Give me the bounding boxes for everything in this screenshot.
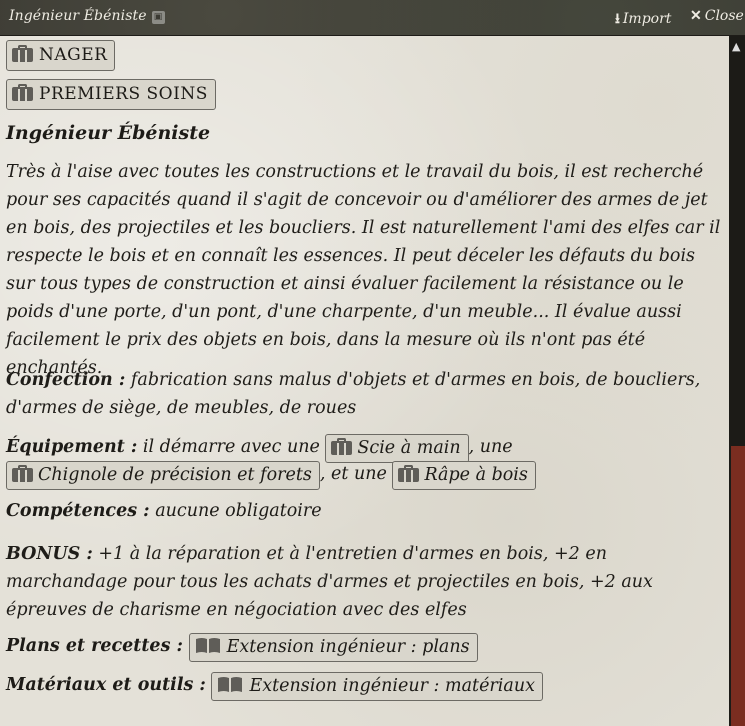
item-chip-scie[interactable]: Scie à main: [325, 434, 469, 463]
close-label: Close: [704, 8, 744, 24]
bonus-text: +1 à la réparation et à l'entretien d'ar…: [6, 544, 653, 620]
equipement-label: Équipement :: [6, 437, 138, 457]
book-icon: [195, 638, 220, 653]
equipement-sep2: , et une: [319, 464, 387, 484]
skill-label: PREMIERS SOINS: [39, 84, 208, 104]
briefcase-icon: [12, 84, 33, 101]
item-chip-chignole[interactable]: Chignole de précision et forets: [6, 461, 320, 490]
skill-label: NAGER: [39, 45, 108, 65]
close-button[interactable]: ✕ Close: [690, 8, 744, 24]
competences-text: aucune obligatoire: [155, 501, 322, 521]
materiaux-link[interactable]: Extension ingénieur : matériaux: [211, 672, 543, 701]
item-chip-rape[interactable]: Râpe à bois: [392, 461, 536, 490]
plans-link-label: Extension ingénieur : plans: [226, 637, 470, 657]
competences-label: Compétences :: [6, 501, 150, 521]
book-icon: [218, 677, 243, 692]
window-title-text: Ingénieur Ébéniste: [9, 8, 147, 24]
plans-label: Plans et recettes :: [6, 636, 183, 656]
download-icon: ⭳: [615, 11, 620, 27]
journal-heading: Ingénieur Ébéniste: [6, 122, 211, 144]
skill-chip-premiers-soins[interactable]: PREMIERS SOINS: [6, 79, 216, 110]
scrollbar-thumb[interactable]: [731, 446, 745, 726]
equipement-sep1: , une: [468, 437, 513, 457]
item-label: Chignole de précision et forets: [38, 465, 312, 485]
window-titlebar[interactable]: Ingénieur Ébéniste ▣ ⭳ Import ✕ Close: [0, 0, 745, 36]
import-button[interactable]: ⭳ Import: [615, 8, 671, 32]
close-icon: ✕: [690, 8, 702, 24]
materiaux-link-label: Extension ingénieur : matériaux: [249, 676, 535, 696]
briefcase-icon: [12, 465, 33, 482]
scroll-up-icon[interactable]: ▲: [732, 40, 740, 53]
journal-window: Ingénieur Ébéniste ▣ ⭳ Import ✕ Close NAGER…: [0, 0, 745, 726]
item-label: Râpe à bois: [424, 465, 528, 485]
briefcase-icon: [398, 465, 420, 482]
equipement-line-1: Équipement : il démarre avec une Scie à …: [6, 434, 513, 463]
materiaux-label: Matériaux et outils :: [6, 675, 206, 695]
briefcase-icon: [12, 45, 33, 62]
confection-label: Confection :: [6, 370, 126, 390]
plans-link[interactable]: Extension ingénieur : plans: [188, 633, 478, 662]
bonus-paragraph: BONUS : +1 à la réparation et à l'entret…: [6, 540, 724, 624]
item-label: Scie à main: [357, 438, 461, 458]
journal-badge-icon: ▣: [151, 11, 165, 24]
scrollbar[interactable]: ▲: [729, 36, 745, 726]
import-label: Import: [622, 11, 672, 27]
equipement-line-2: Chignole de précision et forets, et une …: [6, 461, 536, 490]
competences-line: Compétences : aucune obligatoire: [6, 501, 322, 521]
plans-line: Plans et recettes : Extension ingénieur …: [6, 633, 478, 662]
equipement-prefix: il démarre avec une: [142, 437, 320, 457]
bonus-label: BONUS :: [6, 544, 93, 564]
materiaux-line: Matériaux et outils : Extension ingénieu…: [6, 672, 543, 701]
window-title: Ingénieur Ébéniste ▣: [9, 8, 165, 24]
skill-chip-nager[interactable]: NAGER: [6, 40, 116, 71]
briefcase-icon: [331, 438, 353, 455]
journal-content: NAGER PREMIERS SOINS Ingénieur Ébéniste …: [0, 36, 729, 726]
confection-paragraph: Confection : fabrication sans malus d'ob…: [6, 366, 724, 422]
description-paragraph: Très à l'aise avec toutes les constructi…: [6, 162, 721, 378]
